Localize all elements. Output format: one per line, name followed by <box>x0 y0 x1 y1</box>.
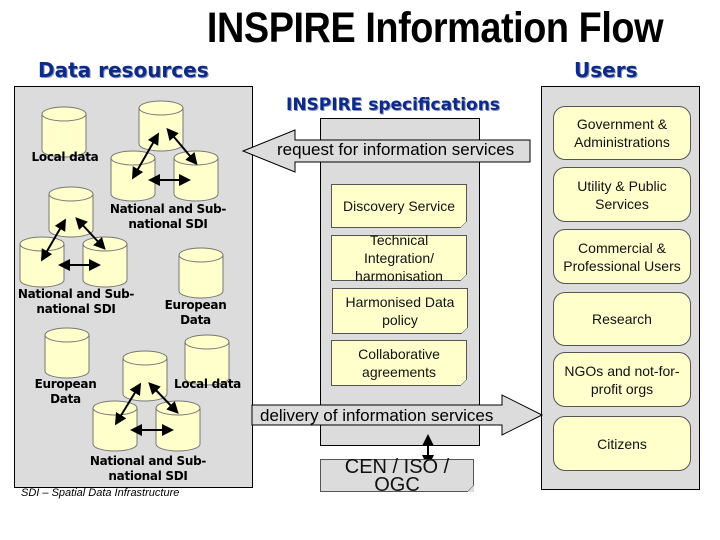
database-icon-sdi-bottom-c <box>155 400 201 452</box>
user-research: Research <box>553 292 691 346</box>
label-sdi-top: National and Sub- national SDI <box>109 202 227 231</box>
database-icon-sdi-top-c <box>173 150 219 202</box>
label-sdi-bottom: National and Sub- national SDI <box>89 454 207 483</box>
delivery-label: delivery of information services <box>260 406 494 425</box>
label-local-data-bottom: Local data <box>174 377 241 391</box>
user-government: Government & Administrations <box>553 106 691 160</box>
label-local-data-top: Local data <box>31 150 99 164</box>
user-ngos: NGOs and not-for-profit orgs <box>553 352 691 407</box>
database-icon-sdi-top-b <box>110 150 156 202</box>
sdi-footnote: SDI – Spatial Data Infrastructure <box>21 487 180 499</box>
standards-box: CEN / ISO / OGC <box>320 457 474 495</box>
spec-technical-integration: Technical Integration/ harmonisation <box>331 232 467 284</box>
database-icon-sdi-top-a <box>138 100 184 152</box>
label-european-data-left: European Data <box>34 377 97 406</box>
database-icon-european-data-right <box>178 247 224 299</box>
database-icon-sdi-mid-c <box>82 236 128 288</box>
database-icon-sdi-mid-b <box>19 236 65 288</box>
database-icon-sdi-bottom-b <box>92 400 138 452</box>
user-utility: Utility & Public Services <box>553 167 691 222</box>
database-icon-european-data-left <box>44 327 90 379</box>
label-sdi-middle: National and Sub- national SDI <box>17 287 135 316</box>
spec-harmonised-data-policy: Harmonised Data policy <box>332 288 468 334</box>
spec-collaborative-agreements: Collaborative agreements <box>331 340 467 386</box>
spec-discovery-service: Discovery Service <box>331 184 467 228</box>
user-citizens: Citizens <box>553 416 691 471</box>
label-european-data-right: European Data <box>164 298 227 327</box>
user-commercial: Commercial & Professional Users <box>553 229 691 284</box>
request-label: request for information services <box>277 140 515 159</box>
